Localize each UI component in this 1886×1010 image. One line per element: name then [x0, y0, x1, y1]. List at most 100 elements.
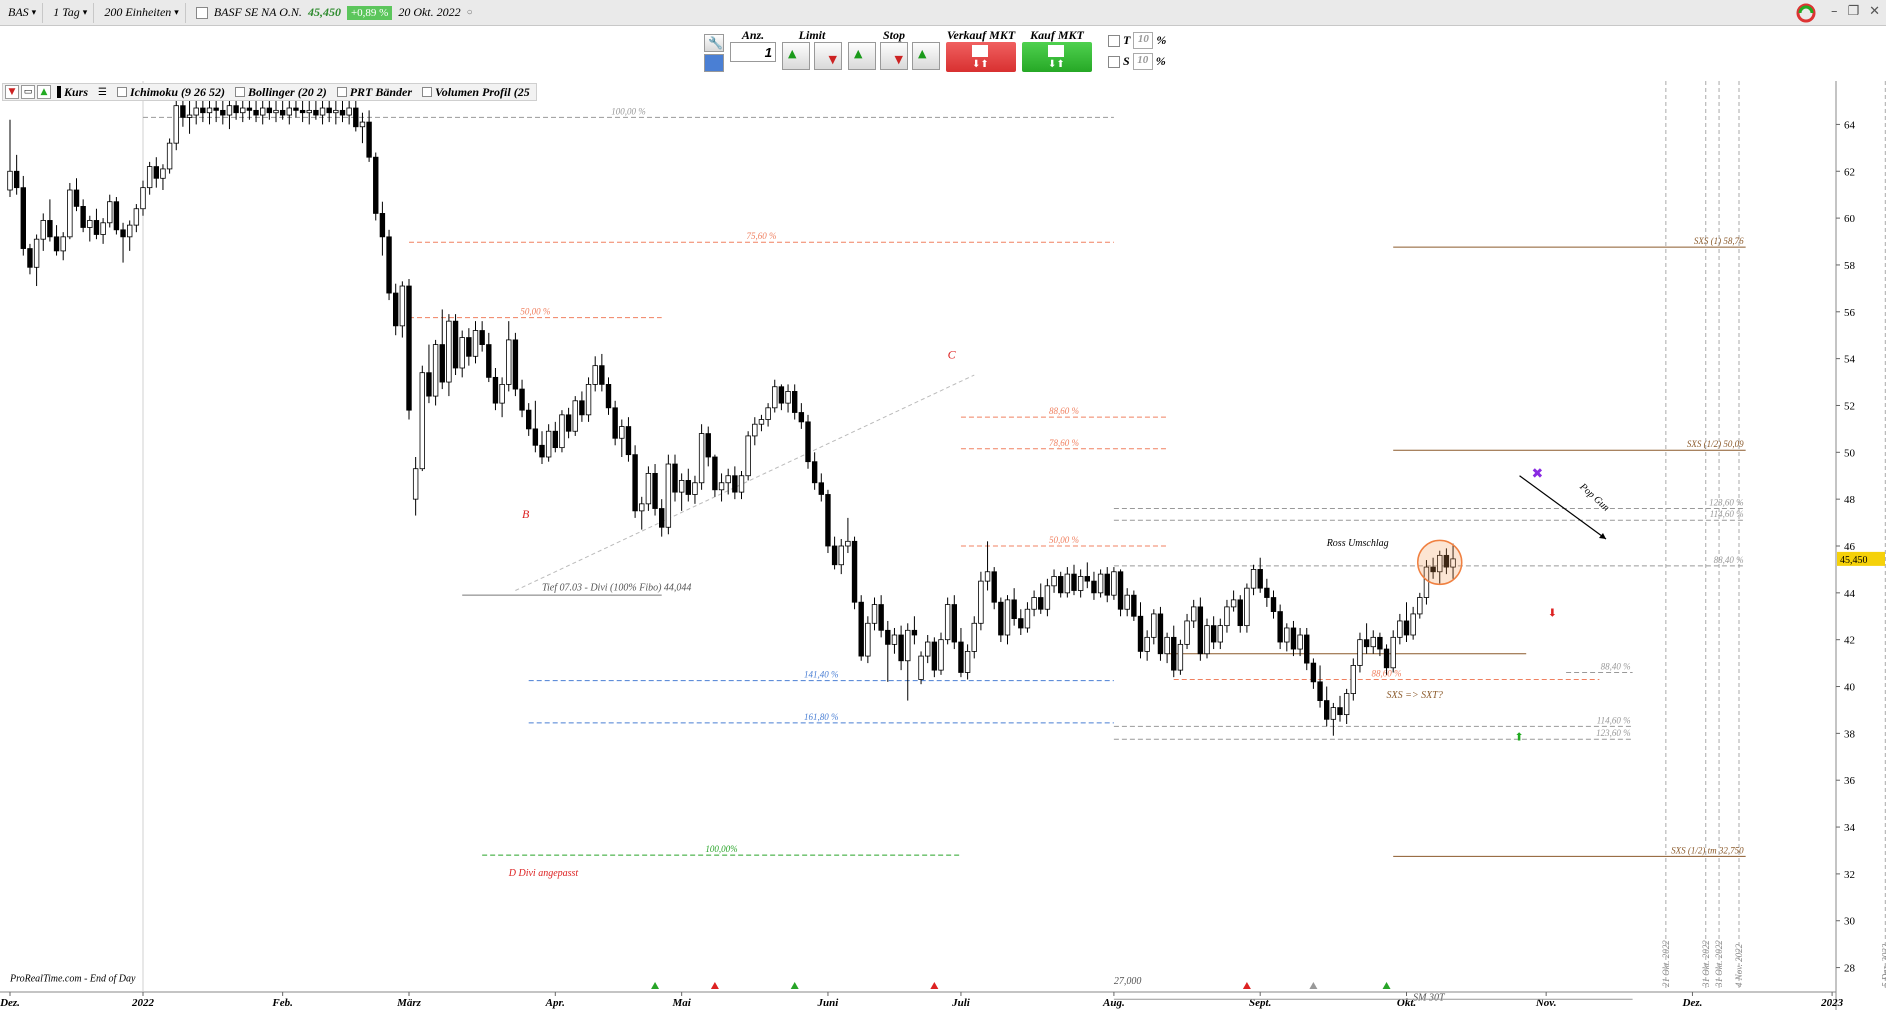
candle-body	[100, 222, 106, 235]
keypad-button[interactable]	[704, 54, 724, 72]
arrow-up-icon: ▲	[854, 47, 863, 60]
target-stop-box: T 10% S 10%	[1108, 28, 1166, 70]
level-label: 88,40 %	[1601, 661, 1631, 671]
level-label: 141,40 %	[804, 670, 839, 680]
candle-body	[1197, 606, 1204, 655]
candle-body	[792, 391, 798, 413]
indicator-volume-profile[interactable]: Volumen Profil (25	[418, 85, 534, 100]
candle-body	[745, 435, 751, 477]
stop-checkbox[interactable]	[1108, 55, 1120, 68]
arrow-down-button[interactable]: ▼	[5, 85, 19, 99]
candle-body	[512, 339, 519, 390]
candle-body	[1031, 597, 1037, 610]
indicator-bollinger[interactable]: Bollinger (20 2)	[231, 85, 331, 100]
y-tick-label: 50	[1844, 447, 1856, 459]
indicator-checkbox[interactable]	[235, 87, 246, 97]
candle-body	[299, 109, 306, 114]
window-button[interactable]: ▭	[21, 85, 35, 99]
minimize-icon[interactable]: –	[1831, 4, 1838, 19]
candle-body	[1304, 634, 1310, 664]
level-label: 100,00 %	[611, 106, 646, 116]
symbol-dropdown[interactable]: BAS ▾	[2, 2, 44, 23]
up-marker-icon	[930, 982, 939, 989]
candle-body	[1377, 636, 1383, 650]
stop-label: Stop	[882, 28, 905, 42]
indicator-prt[interactable]: PRT Bänder	[333, 85, 416, 100]
y-tick-label: 28	[1844, 963, 1856, 975]
annotation-label: D Divi angepasst	[508, 868, 579, 879]
stop-buy-2-button[interactable]: ▲	[912, 42, 940, 70]
indicator-checkbox[interactable]	[117, 87, 127, 97]
chevron-down-icon: ▾	[174, 7, 179, 17]
stop-sell-button[interactable]: ▼	[880, 42, 908, 70]
order-panel: 🔧 Anz. Limit ▲ ▼ Stop ▲ ▼ ▲ Verkauf MKT …	[704, 28, 1166, 80]
candle-body	[1417, 597, 1423, 615]
up-marker-icon	[710, 982, 719, 989]
candle-body	[206, 107, 213, 114]
limit-sell-button[interactable]: ▼	[814, 42, 842, 70]
candle-body	[120, 229, 126, 238]
indicator-list[interactable]: ☰	[94, 87, 111, 98]
arrow-up-button[interactable]: ▲	[37, 85, 51, 99]
candle-body	[379, 213, 386, 238]
candle-body	[785, 391, 791, 404]
candle-body	[339, 109, 346, 116]
candle-body	[725, 475, 731, 484]
indicator-ichimoku[interactable]: Ichimoku (9 26 52)	[113, 85, 229, 100]
interval-dropdown[interactable]: 1 Tag ▾	[47, 2, 95, 23]
y-tick-label: 38	[1844, 728, 1856, 740]
indicator-price[interactable]: Kurs	[53, 85, 92, 100]
candle-body	[1317, 681, 1323, 701]
candle-body	[778, 386, 785, 404]
stop-buy-button[interactable]: ▲	[848, 42, 876, 70]
candle-body	[971, 622, 977, 652]
stop-input[interactable]: 10	[1132, 53, 1153, 70]
candle-body	[439, 344, 445, 383]
candle-body	[27, 248, 33, 268]
candle-body	[991, 571, 997, 603]
sell-market-button[interactable]: ⬇⬆	[946, 42, 1016, 72]
target-checkbox[interactable]	[1108, 34, 1120, 47]
candle-body	[1137, 615, 1144, 652]
candle-body	[1337, 707, 1343, 716]
units-dropdown[interactable]: 200 Einheiten ▾	[98, 2, 186, 23]
buy-market-button[interactable]: ⬇⬆	[1022, 42, 1092, 72]
candle-body	[286, 107, 292, 116]
limit-buy-button[interactable]: ▲	[782, 42, 810, 70]
indicator-checkbox[interactable]	[422, 87, 433, 97]
quantity-input[interactable]	[730, 42, 776, 62]
candle-body	[186, 114, 193, 118]
candle-body	[1217, 625, 1223, 643]
candle-body	[738, 475, 745, 493]
candle-body	[1111, 571, 1117, 596]
highlight-circle	[1417, 539, 1463, 586]
candle-body	[772, 386, 778, 409]
arrow-up-icon: ⬇⬆	[1048, 59, 1065, 70]
candle-body	[898, 634, 904, 662]
sell-market-group: Verkauf MKT ⬇⬆	[946, 28, 1016, 72]
target-pct-label: %	[1156, 33, 1167, 47]
candle-body	[153, 166, 159, 179]
candle-body	[559, 414, 565, 449]
window-controls: – ❐ ✕	[1831, 4, 1880, 19]
close-icon[interactable]: ✕	[1869, 4, 1880, 19]
candle-body	[692, 482, 698, 495]
candle-body	[526, 409, 532, 430]
symbol-label: BAS	[8, 5, 29, 19]
candle-body	[1164, 636, 1170, 655]
candle-body	[1124, 594, 1130, 610]
instrument-toggle[interactable]	[195, 6, 208, 19]
candle-body	[146, 166, 153, 189]
restore-icon[interactable]: ❐	[1847, 4, 1859, 19]
candle-body	[1264, 587, 1270, 598]
candle-body	[1250, 569, 1257, 589]
y-tick-label: 42	[1844, 635, 1855, 647]
level-label: 50,00 %	[1049, 535, 1079, 545]
wrench-button[interactable]: 🔧	[704, 34, 724, 52]
buy-market-label: Kauf MKT	[1030, 28, 1084, 42]
target-input[interactable]: 10	[1133, 32, 1154, 49]
price-chart[interactable]: 28 30 32 34 36 38 40 42 44 46 48 50 52 54 56 58 60 62 64 De…	[0, 81, 1886, 1010]
x-tick-label: Dez.	[1682, 997, 1703, 1009]
indicator-checkbox[interactable]	[336, 87, 347, 97]
candle-body	[373, 156, 379, 214]
